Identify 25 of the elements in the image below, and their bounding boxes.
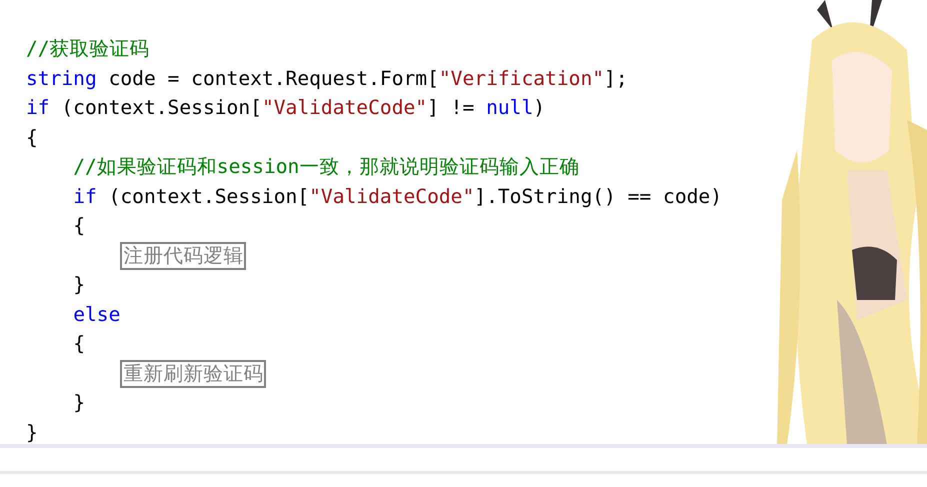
code-text: ].ToString() == code) xyxy=(474,184,722,208)
code-keyword: if xyxy=(26,96,50,119)
code-string: "ValidateCode" xyxy=(262,96,428,119)
code-keyword: if xyxy=(73,184,97,208)
collapsed-region[interactable]: 重新刷新验证码 xyxy=(120,360,266,388)
code-text: ]; xyxy=(604,66,628,90)
code-keyword: string xyxy=(26,66,97,90)
code-text: code = context.Request.Form[ xyxy=(108,66,439,90)
code-text: } xyxy=(73,273,85,296)
code-text: (context.Session[ xyxy=(108,184,310,208)
code-string: "Verification" xyxy=(438,66,604,90)
code-text: } xyxy=(26,420,38,444)
code-text: { xyxy=(73,332,85,355)
code-text: ] != xyxy=(427,96,476,119)
code-text: ) xyxy=(533,96,546,119)
code-string: "ValidateCode" xyxy=(309,184,474,208)
code-text: { xyxy=(26,126,38,148)
collapsed-region[interactable]: 注册代码逻辑 xyxy=(120,242,246,270)
code-keyword: else xyxy=(73,302,120,326)
code-text: } xyxy=(73,391,85,414)
code-comment: //如果验证码和session一致，那就说明验证码输入正确 xyxy=(73,155,580,178)
code-text: { xyxy=(73,214,85,237)
code-comment: //获取验证码 xyxy=(26,37,150,60)
code-keyword: null xyxy=(486,96,534,119)
code-text: (context.Session[ xyxy=(61,96,262,119)
